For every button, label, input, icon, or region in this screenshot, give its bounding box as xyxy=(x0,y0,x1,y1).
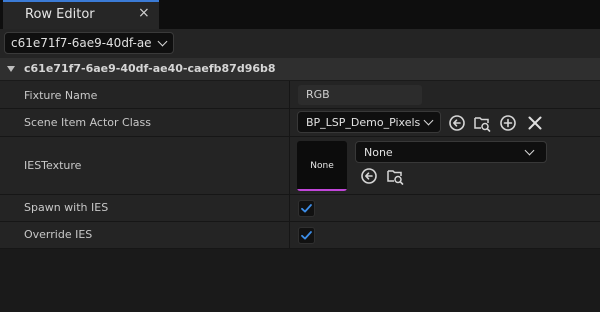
browse-icon[interactable] xyxy=(386,167,404,185)
property-row-scene-item-actor-class: Scene Item Actor Class BP_LSP_Demo_Pixel… xyxy=(0,109,600,137)
clear-icon[interactable] xyxy=(526,114,544,132)
texture-thumbnail[interactable]: None xyxy=(297,141,347,191)
chevron-down-icon xyxy=(524,145,535,156)
row-selector-value: c61e71f7-6ae9-40df-ae40-caefb87d96b8 xyxy=(11,36,151,50)
column-splitter[interactable] xyxy=(289,195,290,221)
override-ies-checkbox[interactable] xyxy=(298,227,315,244)
add-icon[interactable] xyxy=(499,114,517,132)
property-row-override-ies: Override IES xyxy=(0,222,600,249)
checkmark-icon xyxy=(301,204,312,213)
property-label: Fixture Name xyxy=(24,89,98,102)
texture-type-bar xyxy=(297,189,347,191)
chevron-down-icon xyxy=(423,115,434,126)
tab-bar: Row Editor × xyxy=(0,0,600,29)
property-label: Spawn with IES xyxy=(24,201,109,214)
close-icon[interactable]: × xyxy=(138,5,150,21)
property-row-ies-texture: IESTexture None None xyxy=(0,137,600,195)
property-label: IESTexture xyxy=(24,159,82,172)
actor-class-dropdown[interactable]: BP_LSP_Demo_Pixels xyxy=(297,111,441,133)
section-title: c61e71f7-6ae9-40df-ae40-caefb87d96b8 xyxy=(24,62,276,75)
row-section-header[interactable]: c61e71f7-6ae9-40df-ae40-caefb87d96b8 xyxy=(0,58,600,80)
column-splitter[interactable] xyxy=(289,222,290,248)
tab-title: Row Editor xyxy=(25,7,95,22)
use-selected-icon[interactable] xyxy=(448,114,466,132)
use-selected-icon[interactable] xyxy=(360,167,378,185)
ies-texture-dropdown[interactable]: None xyxy=(355,141,547,163)
property-label: Scene Item Actor Class xyxy=(24,116,151,129)
fixture-name-field[interactable]: RGB xyxy=(298,85,422,105)
chevron-down-icon xyxy=(157,36,168,47)
browse-icon[interactable] xyxy=(473,114,491,132)
tab-row-editor[interactable]: Row Editor × xyxy=(3,0,159,29)
fixture-name-value: RGB xyxy=(306,88,330,101)
toolbar: c61e71f7-6ae9-40df-ae40-caefb87d96b8 xyxy=(0,29,600,58)
row-selector-dropdown[interactable]: c61e71f7-6ae9-40df-ae40-caefb87d96b8 xyxy=(4,32,174,54)
thumbnail-label: None xyxy=(310,161,334,171)
ies-texture-value: None xyxy=(364,146,393,159)
checkmark-icon xyxy=(301,231,312,240)
property-row-fixture-name: Fixture Name RGB xyxy=(0,81,600,109)
column-splitter[interactable] xyxy=(289,137,290,194)
collapse-arrow-icon[interactable] xyxy=(7,66,15,72)
column-splitter[interactable] xyxy=(289,81,290,108)
column-splitter[interactable] xyxy=(289,109,290,136)
actor-class-value: BP_LSP_Demo_Pixels xyxy=(306,116,421,129)
property-label: Override IES xyxy=(24,228,93,241)
property-row-spawn-with-ies: Spawn with IES xyxy=(0,195,600,222)
spawn-with-ies-checkbox[interactable] xyxy=(298,200,315,217)
